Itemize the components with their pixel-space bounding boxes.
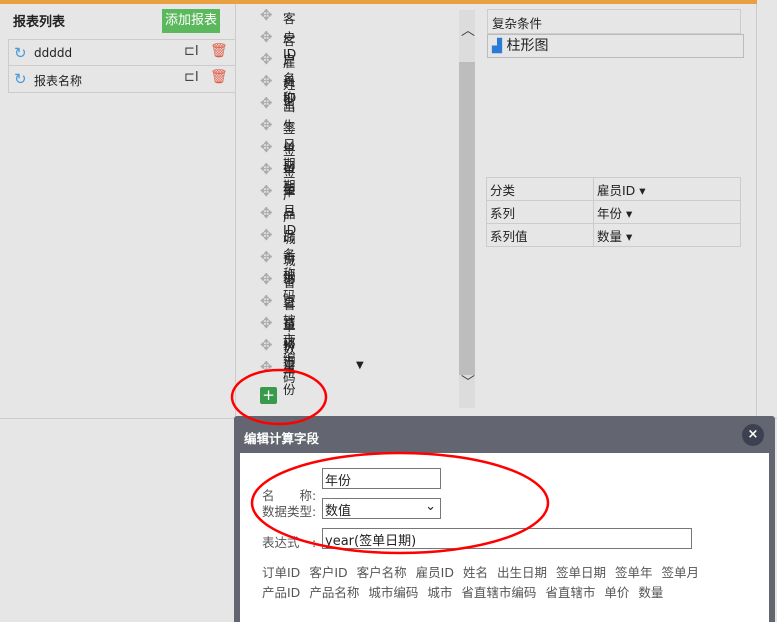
report-name: ddddd — [34, 46, 73, 60]
move-icon[interactable]: ✥ — [260, 314, 273, 332]
field-tokens-row: 产品ID 产品名称 城市编码 城市 省直辖市编码 省直辖市 单价 数量 — [262, 582, 672, 601]
add-field-button[interactable]: + — [260, 387, 277, 404]
expr-input[interactable]: year(签单日期) — [322, 528, 692, 549]
field-token[interactable]: 姓名 — [463, 565, 488, 580]
name-input[interactable]: 年份 — [322, 468, 441, 489]
move-icon[interactable]: ✥ — [260, 336, 273, 354]
field-token[interactable]: 出生日期 — [497, 565, 547, 580]
type-label: 数据类型: — [262, 504, 317, 519]
field-label: 年份 — [283, 363, 296, 397]
move-icon[interactable]: ✥ — [260, 94, 273, 112]
chart-type-label: 柱形图 — [506, 38, 549, 54]
report-name: 报表名称 — [34, 74, 83, 88]
expr-label: 表达式 : — [262, 535, 317, 550]
move-icon[interactable]: ✥ — [260, 248, 273, 266]
move-icon[interactable]: ✥ — [260, 138, 273, 156]
close-icon[interactable]: × — [742, 424, 764, 446]
dialog-body: 名 称: 年份 数据类型: 数值 ⌄ 表达式 : year(签单日期) 订单ID 客… — [240, 453, 769, 622]
mapping-label: 系列 — [486, 200, 594, 224]
scroll-up-icon[interactable]: ︿ — [461, 20, 475, 40]
report-item[interactable]: ↻ ddddd ⊏I 🗑 — [8, 39, 236, 66]
field-token[interactable]: 数量 — [638, 585, 663, 600]
move-icon[interactable]: ✥ — [260, 6, 273, 24]
field-token[interactable]: 省直辖市编码 — [461, 585, 536, 600]
field-token[interactable]: 产品ID — [262, 585, 300, 600]
move-icon[interactable]: ✥ — [260, 72, 273, 90]
caret-down-icon[interactable]: ▼ — [356, 360, 364, 371]
mapping-select[interactable]: 雇员ID ▾ — [593, 177, 741, 201]
mapping-select[interactable]: 年份 ▾ — [593, 200, 741, 224]
field-token[interactable]: 单价 — [604, 585, 629, 600]
chevron-down-icon: ⌄ — [425, 499, 436, 514]
field-token[interactable]: 客户ID — [309, 565, 347, 580]
move-icon[interactable]: ✥ — [260, 116, 273, 134]
field-token[interactable]: 订单ID — [262, 565, 300, 580]
type-select[interactable]: 数值 ⌄ — [322, 498, 441, 519]
move-icon[interactable]: ✥ — [260, 292, 273, 310]
scroll-down-icon[interactable]: ﹀ — [461, 372, 475, 392]
field-token[interactable]: 客户名称 — [357, 565, 407, 580]
mapping-label: 分类 — [486, 177, 594, 201]
table-row: 系列 年份 ▾ — [486, 200, 741, 224]
complex-condition[interactable]: 复杂条件 — [487, 9, 741, 34]
field-token[interactable]: 签单日期 — [556, 565, 606, 580]
field-token[interactable]: 城市 — [427, 585, 452, 600]
rename-icon[interactable]: ⊏I — [184, 44, 199, 59]
bar-chart-icon: ▟ — [492, 39, 502, 54]
edit-calc-field-dialog: 编辑计算字段 × 名 称: 年份 数据类型: 数值 ⌄ 表达式 : year(签单… — [234, 416, 775, 622]
move-icon[interactable]: ✥ — [260, 28, 273, 46]
move-icon[interactable]: ✥ — [260, 50, 273, 68]
table-row: 分类 雇员ID ▾ — [486, 177, 741, 201]
refresh-icon[interactable]: ↻ — [14, 70, 27, 88]
move-icon[interactable]: ✥ — [260, 204, 273, 222]
field-tokens-row: 订单ID 客户ID 客户名称 雇员ID 姓名 出生日期 签单日期 签单年 签单月 — [262, 562, 708, 581]
rename-icon[interactable]: ⊏I — [184, 70, 199, 85]
chart-type[interactable]: ▟ 柱形图 — [487, 34, 744, 58]
move-icon[interactable]: ✥ — [260, 270, 273, 288]
move-icon[interactable]: ✥ — [260, 182, 273, 200]
mapping-table: 分类 雇员ID ▾ 系列 年份 ▾ 系列值 数量 ▾ — [486, 177, 741, 247]
dialog-title: 编辑计算字段 — [244, 431, 320, 446]
move-icon[interactable]: ✥ — [260, 226, 273, 244]
refresh-icon[interactable]: ↻ — [14, 44, 27, 62]
move-icon[interactable]: ✥ — [260, 358, 273, 376]
trash-icon[interactable]: 🗑 — [210, 69, 228, 85]
trash-icon[interactable]: 🗑 — [210, 43, 228, 59]
table-row: 系列值 数量 ▾ — [486, 223, 741, 247]
add-report-button[interactable]: 添加报表 — [162, 9, 220, 33]
report-item[interactable]: ↻ 报表名称 ⊏I 🗑 — [8, 66, 236, 93]
field-token[interactable]: 签单月 — [662, 565, 700, 580]
field-token[interactable]: 雇员ID — [416, 565, 454, 580]
field-token[interactable]: 城市编码 — [368, 585, 418, 600]
move-icon[interactable]: ✥ — [260, 160, 273, 178]
scrollbar-thumb[interactable] — [459, 62, 475, 375]
mapping-select[interactable]: 数量 ▾ — [593, 223, 741, 247]
field-token[interactable]: 产品名称 — [309, 585, 359, 600]
field-token[interactable]: 省直辖市 — [545, 585, 595, 600]
mapping-label: 系列值 — [486, 223, 594, 247]
field-token[interactable]: 签单年 — [615, 565, 653, 580]
report-list-title: 报表列表 — [13, 15, 66, 30]
